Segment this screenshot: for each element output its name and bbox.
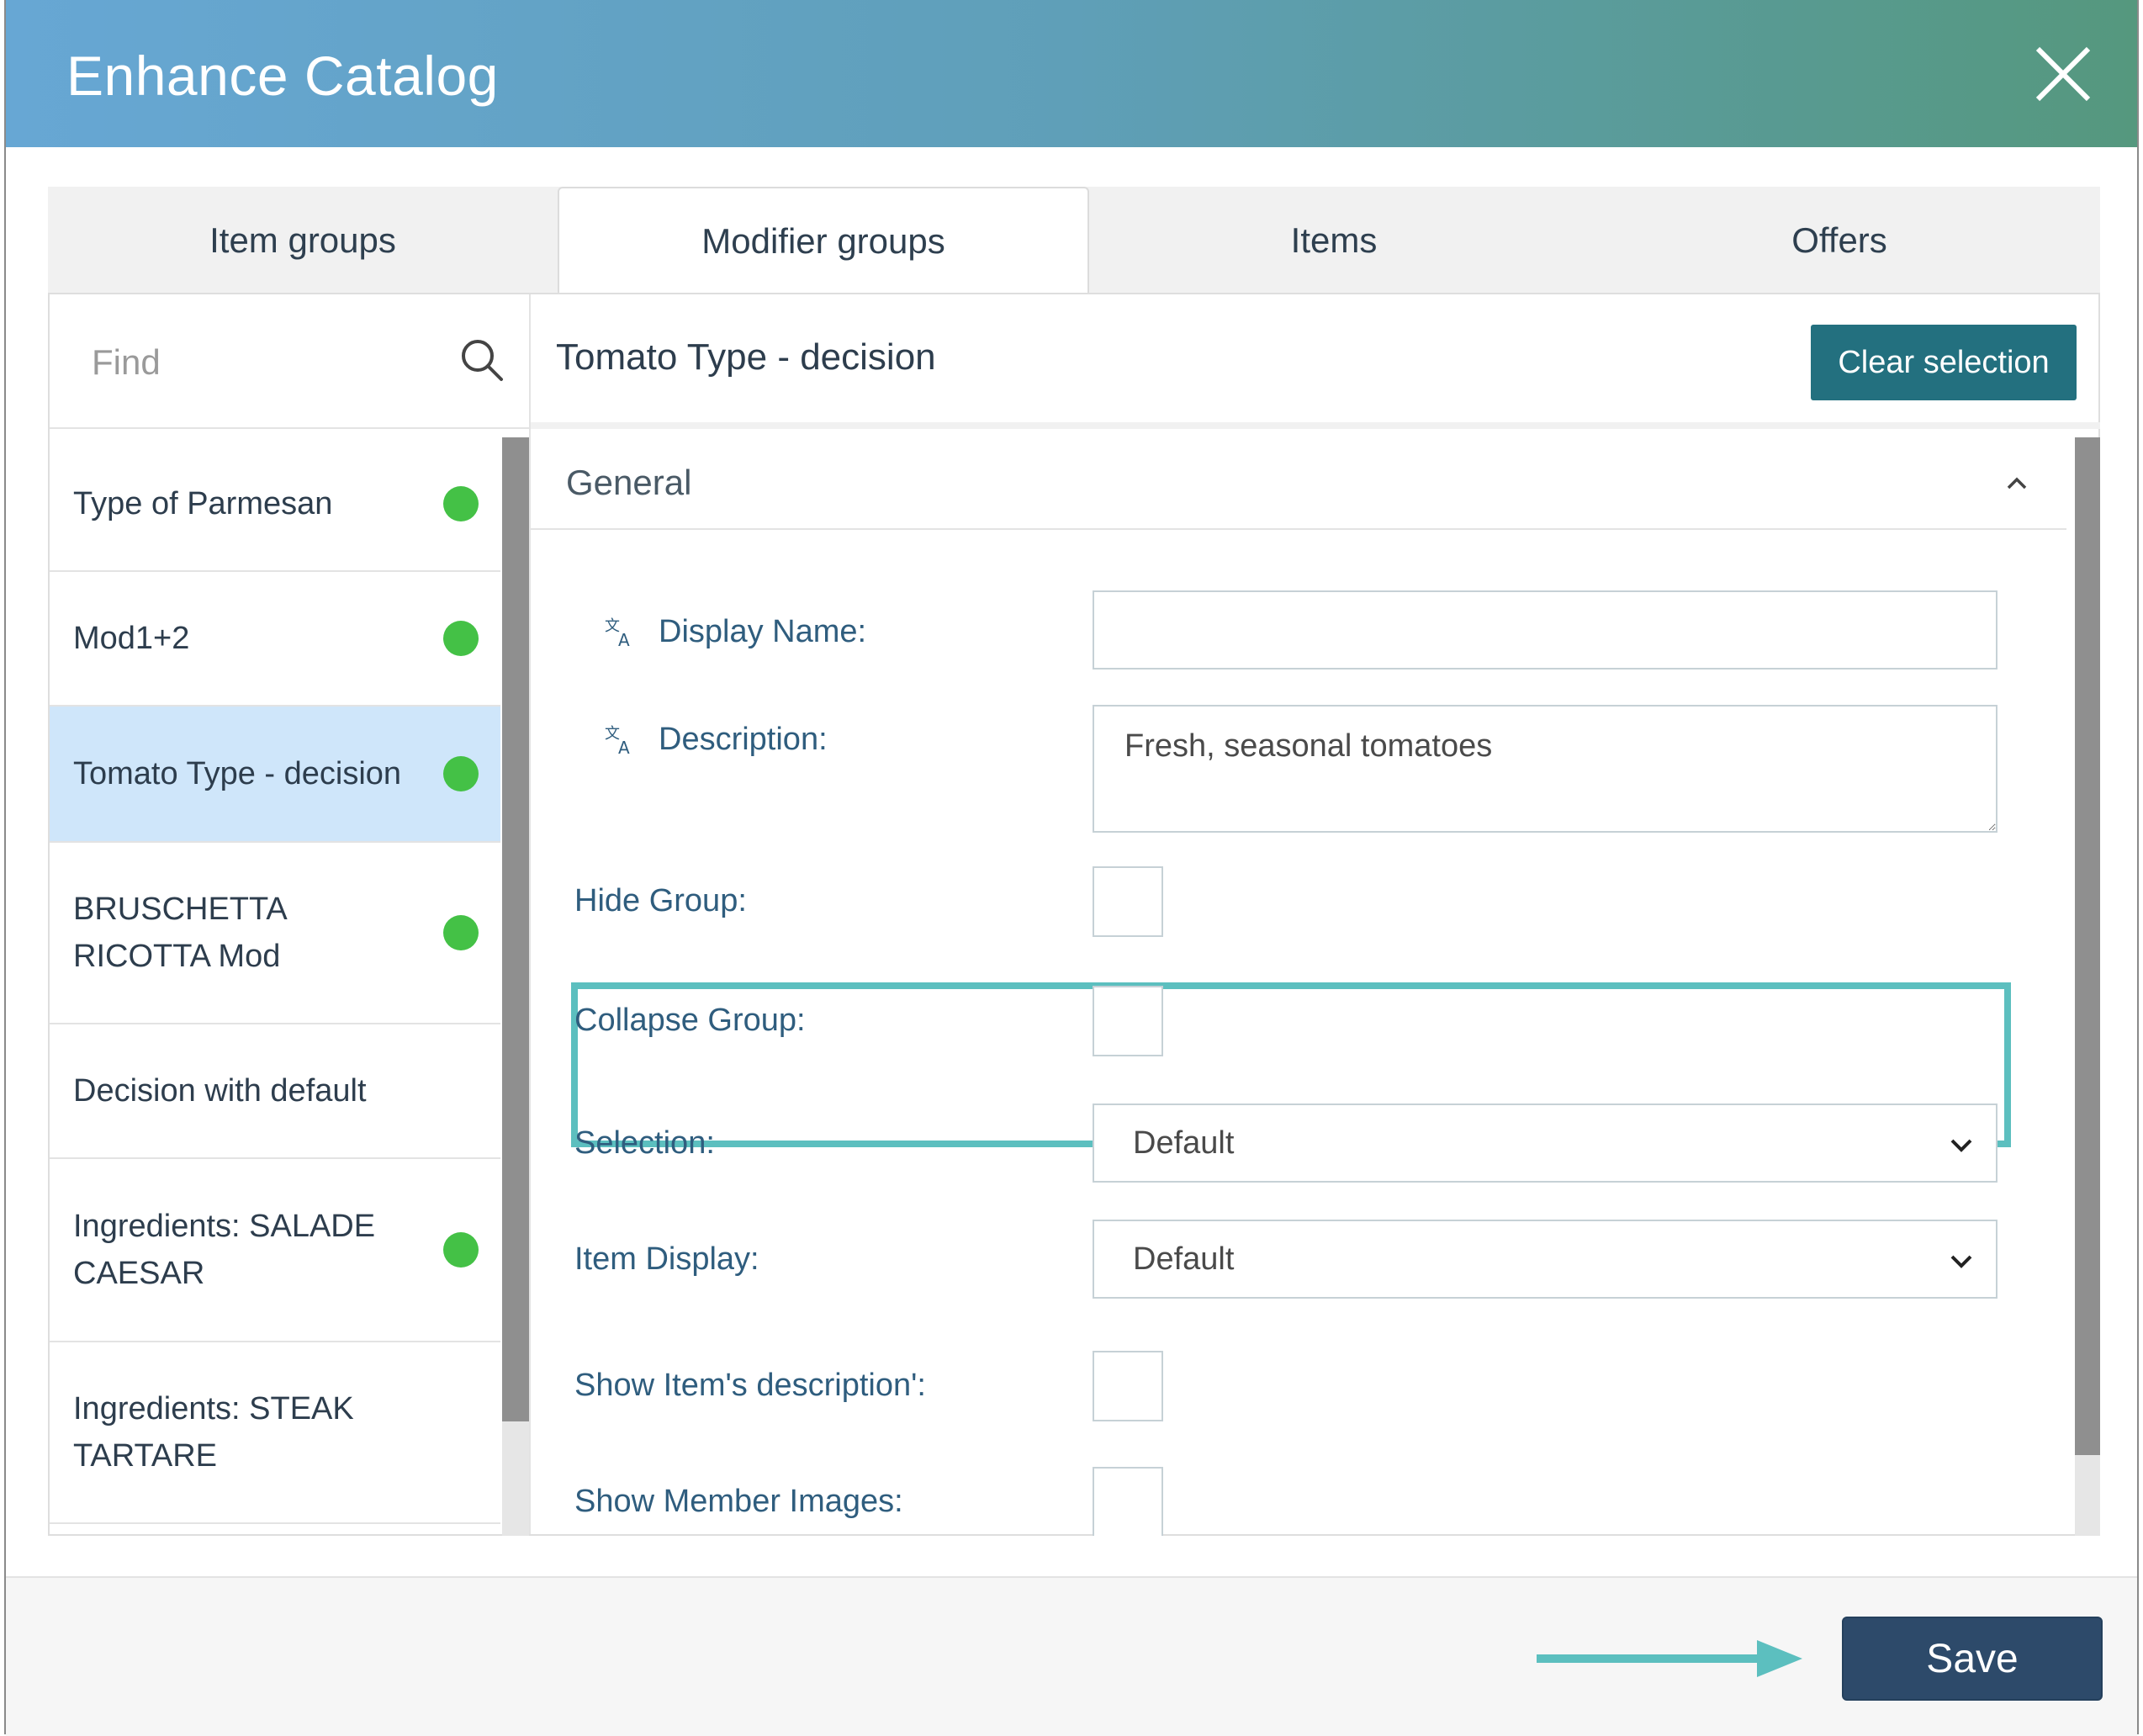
- dialog-title: Enhance Catalog: [66, 45, 499, 107]
- selection-row: Selection: Default: [531, 1104, 2066, 1184]
- item-display-row: Item Display: Default: [531, 1220, 2066, 1300]
- svg-text:A: A: [618, 630, 630, 649]
- list-item[interactable]: Ingredients: SALADE CAESAR: [50, 1159, 500, 1342]
- list-item-label: Decision with default: [73, 1073, 367, 1109]
- detail-scrollbar-thumb[interactable]: [2075, 437, 2100, 1455]
- selection-label: Selection:: [574, 1125, 715, 1161]
- display-name-input[interactable]: [1093, 590, 1997, 670]
- show-item-description-checkbox[interactable]: [1093, 1351, 1163, 1421]
- display-name-label-text: Display Name:: [659, 614, 867, 649]
- chevron-down-icon: [1950, 1255, 1972, 1268]
- list-item-label: Ingredients: SALADE CAESAR: [73, 1209, 376, 1291]
- hide-group-checkbox[interactable]: [1093, 866, 1163, 937]
- list-item-label: BRUSCHETTA RICOTTA Mod: [73, 892, 286, 974]
- section-header[interactable]: General: [531, 437, 2066, 530]
- status-dot-icon: [443, 621, 479, 656]
- tab-offers[interactable]: Offers: [1579, 187, 2100, 294]
- status-dot-icon: [443, 756, 479, 791]
- detail-scrollbar[interactable]: [2075, 437, 2100, 1536]
- list-item-label: Tomato Type - decision: [73, 756, 402, 791]
- save-button[interactable]: Save: [1842, 1617, 2103, 1701]
- show-member-images-row: Show Member Images:: [531, 1467, 2066, 1536]
- collapse-group-label: Collapse Group:: [574, 1003, 806, 1038]
- sidebar-scrollbar[interactable]: [502, 437, 529, 1536]
- status-dot-icon: [443, 486, 479, 521]
- display-name-row: 文 A Display Name:: [531, 590, 2066, 675]
- tab-item-groups[interactable]: Item groups: [48, 187, 558, 294]
- list-item[interactable]: Decision with default: [50, 1024, 500, 1159]
- detail-panel: Tomato Type - decision Clear selection G…: [531, 294, 2100, 1536]
- hide-group-label: Hide Group:: [574, 883, 747, 918]
- tab-modifier-groups[interactable]: Modifier groups: [558, 187, 1089, 294]
- sidebar-scrollbar-thumb[interactable]: [502, 437, 529, 1421]
- description-row: 文 A Description: Fresh, seasonal tomatoe…: [531, 705, 2066, 839]
- selection-dropdown[interactable]: Default: [1093, 1104, 1997, 1183]
- modifier-group-list: Type of Parmesan Mod1+2 Tomato Type - de…: [50, 437, 500, 1536]
- status-dot-icon: [443, 915, 479, 950]
- list-item[interactable]: Mod1+2: [50, 572, 500, 707]
- hide-group-row: Hide Group:: [531, 866, 2066, 942]
- selected-group-title: Tomato Type - decision: [556, 336, 936, 378]
- general-section: General 文 A Display Name: 文 A Descriptio…: [531, 437, 2070, 1536]
- dialog-footer: Save: [6, 1576, 2137, 1736]
- translate-icon[interactable]: 文 A: [603, 723, 637, 757]
- list-item-label: Mod1+2: [73, 621, 190, 656]
- list-item-label: Type of Parmesan: [73, 486, 333, 521]
- show-item-description-label: Show Item's description':: [574, 1368, 926, 1403]
- collapse-group-checkbox[interactable]: [1093, 986, 1163, 1056]
- description-label: 文 A Description:: [605, 722, 828, 758]
- status-dot-icon: [443, 1232, 479, 1268]
- search-box: [50, 294, 529, 429]
- chevron-up-icon[interactable]: [2003, 469, 2031, 498]
- clear-selection-button[interactable]: Clear selection: [1811, 325, 2077, 400]
- description-label-text: Description:: [659, 722, 828, 757]
- dialog-header: Enhance Catalog: [6, 0, 2137, 147]
- chevron-down-icon: [1950, 1139, 1972, 1152]
- description-textarea[interactable]: Fresh, seasonal tomatoes: [1093, 705, 1997, 833]
- tab-bar: Item groups Modifier groups Items Offers: [48, 187, 2100, 294]
- show-member-images-label: Show Member Images:: [574, 1484, 903, 1519]
- modifier-group-sidebar: Type of Parmesan Mod1+2 Tomato Type - de…: [50, 294, 531, 1536]
- list-item[interactable]: BRUSCHETTA RICOTTA Mod: [50, 843, 500, 1024]
- arrow-right-icon: [1537, 1640, 1802, 1677]
- collapse-group-row: Collapse Group:: [531, 986, 2066, 1061]
- item-display-value: Default: [1133, 1241, 1235, 1277]
- search-icon[interactable]: [458, 336, 505, 384]
- item-display-label: Item Display:: [574, 1241, 759, 1277]
- list-item[interactable]: Ingredients: STEAK TARTARE: [50, 1342, 500, 1524]
- show-item-description-row: Show Item's description':: [531, 1351, 2066, 1426]
- item-display-dropdown[interactable]: Default: [1093, 1220, 1997, 1299]
- detail-header: Tomato Type - decision Clear selection: [531, 294, 2100, 429]
- section-title: General: [566, 463, 692, 502]
- display-name-label: 文 A Display Name:: [605, 614, 866, 650]
- list-item-selected[interactable]: Tomato Type - decision: [50, 707, 500, 843]
- svg-text:A: A: [618, 738, 630, 757]
- tab-content: Type of Parmesan Mod1+2 Tomato Type - de…: [48, 293, 2100, 1536]
- translate-icon[interactable]: 文 A: [603, 616, 637, 649]
- list-item-label: Ingredients: STEAK TARTARE: [73, 1391, 354, 1474]
- show-member-images-checkbox[interactable]: [1093, 1467, 1163, 1536]
- list-item[interactable]: Type of Parmesan: [50, 437, 500, 572]
- search-input[interactable]: [90, 336, 447, 389]
- close-icon[interactable]: [2033, 44, 2093, 104]
- selection-value: Default: [1133, 1125, 1235, 1161]
- tab-items[interactable]: Items: [1089, 187, 1579, 294]
- enhance-catalog-dialog: Enhance Catalog Item groups Modifier gro…: [4, 0, 2139, 1736]
